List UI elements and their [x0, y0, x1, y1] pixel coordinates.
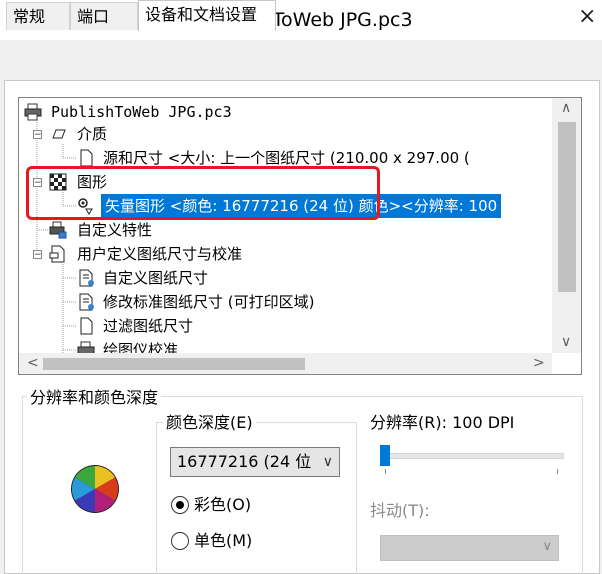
slider-tick — [557, 469, 558, 474]
tree-item-graphics[interactable]: − 图形 — [19, 170, 552, 194]
tab-ports[interactable]: 端口 — [70, 2, 138, 30]
plotter-icon — [77, 341, 95, 353]
vertical-scroll-thumb[interactable] — [558, 122, 576, 292]
tree-label-modify-paper-sizes: 修改标准图纸尺寸 (可打印区域) — [103, 293, 315, 311]
document-icon — [80, 149, 93, 167]
dither-select[interactable]: ∨ — [380, 535, 559, 561]
tree-item-source-size[interactable]: 源和尺寸 <大小: 上一个图纸尺寸 (210.00 x 297.00 ( — [19, 146, 552, 170]
color-radio-label: 彩色(O) — [194, 495, 252, 514]
checkerboard-icon — [49, 173, 67, 191]
tree-item-media[interactable]: − 介质 — [19, 122, 552, 146]
dither-label: 抖动(T): — [370, 501, 430, 520]
resolution-slider-track[interactable] — [380, 453, 564, 459]
tree-label-vector-graphics: 矢量图形 <颜色: 16777216 (24 位) 颜色><分辨率: 100 — [101, 194, 502, 218]
tab-general[interactable]: 常规 — [6, 2, 70, 30]
settings-tree[interactable]: PublishToWeb JPG.pc3 − 介质 源和尺寸 <大小: 上一个图… — [18, 97, 582, 375]
tree-label-source-size: 源和尺寸 <大小: 上一个图纸尺寸 (210.00 x 297.00 ( — [103, 149, 470, 167]
media-icon — [52, 129, 66, 139]
tree-item-user-paper-sizes[interactable]: − 用户定义图纸尺寸与校准 — [19, 242, 552, 266]
tab-device-document-settings[interactable]: 设备和文档设置 — [138, 0, 276, 31]
close-icon[interactable]: × — [578, 4, 596, 29]
color-depth-select[interactable]: 16777216 (24 位 ∨ — [170, 447, 340, 477]
tree-label-filter-paper-sizes: 过滤图纸尺寸 — [103, 317, 194, 335]
tree-item-custom-properties[interactable]: 自定义特性 — [19, 218, 552, 242]
resolution-group-title: 分辨率和颜色深度 — [27, 386, 162, 410]
collapse-icon[interactable]: − — [33, 130, 42, 140]
tree-horizontal-scrollbar[interactable]: < > — [19, 353, 552, 374]
tree-vertical-scrollbar[interactable]: ∧ ∨ — [552, 98, 581, 353]
tree-label-user-paper-sizes: 用户定义图纸尺寸与校准 — [77, 245, 243, 263]
slider-tick — [385, 469, 386, 474]
tree-item-root[interactable]: PublishToWeb JPG.pc3 — [19, 100, 552, 124]
scroll-left-icon[interactable]: < — [27, 355, 39, 371]
color-depth-label: 颜色深度(E) — [163, 412, 256, 434]
scroll-down-icon[interactable]: ∨ — [561, 334, 571, 350]
vector-graphics-icon — [78, 198, 93, 215]
collapse-icon[interactable]: − — [33, 178, 42, 188]
resolution-label: 分辨率(R): 100 DPI — [370, 413, 515, 432]
plotter-properties-icon — [49, 221, 67, 239]
mono-radio[interactable] — [171, 532, 189, 550]
tree-label-custom-paper-sizes: 自定义图纸尺寸 — [103, 269, 209, 287]
tree-label-plotter-calibration: 绘图仪校准 — [103, 341, 179, 353]
color-radio[interactable] — [171, 496, 189, 514]
scroll-up-icon[interactable]: ∧ — [561, 100, 571, 116]
tree-item-filter-paper-sizes[interactable]: 过滤图纸尺寸 — [19, 314, 552, 338]
tree-item-vector-graphics[interactable]: 矢量图形 <颜色: 16777216 (24 位) 颜色><分辨率: 100 — [19, 194, 552, 218]
mono-radio-label: 单色(M) — [194, 531, 253, 550]
custom-paper-icon — [79, 269, 94, 287]
tree-item-modify-paper-sizes[interactable]: 修改标准图纸尺寸 (可打印区域) — [19, 290, 552, 314]
tree-item-plotter-calibration[interactable]: 绘图仪校准 — [19, 338, 552, 353]
horizontal-scroll-thumb[interactable] — [43, 358, 305, 370]
chevron-down-icon: ∨ — [322, 454, 333, 470]
tree-label-graphics: 图形 — [77, 173, 108, 191]
paper-calibration-icon — [49, 245, 65, 263]
chevron-down-icon: ∨ — [542, 539, 552, 554]
tree-label-root: PublishToWeb JPG.pc3 — [51, 103, 232, 121]
tree-content: PublishToWeb JPG.pc3 − 介质 源和尺寸 <大小: 上一个图… — [19, 98, 552, 353]
tree-item-custom-paper-sizes[interactable]: 自定义图纸尺寸 — [19, 266, 552, 290]
document-icon — [80, 317, 93, 335]
radio-selected-dot — [176, 501, 184, 509]
scroll-right-icon[interactable]: > — [533, 355, 545, 371]
plotter-icon — [24, 103, 42, 121]
tree-label-media: 介质 — [77, 125, 108, 143]
color-depth-value: 16777216 (24 位 — [177, 452, 312, 471]
resolution-slider-thumb[interactable] — [380, 445, 390, 466]
color-wheel-icon — [71, 465, 119, 513]
tree-label-custom-properties: 自定义特性 — [77, 221, 153, 239]
collapse-icon[interactable]: − — [33, 250, 42, 260]
modify-paper-icon — [79, 293, 94, 311]
